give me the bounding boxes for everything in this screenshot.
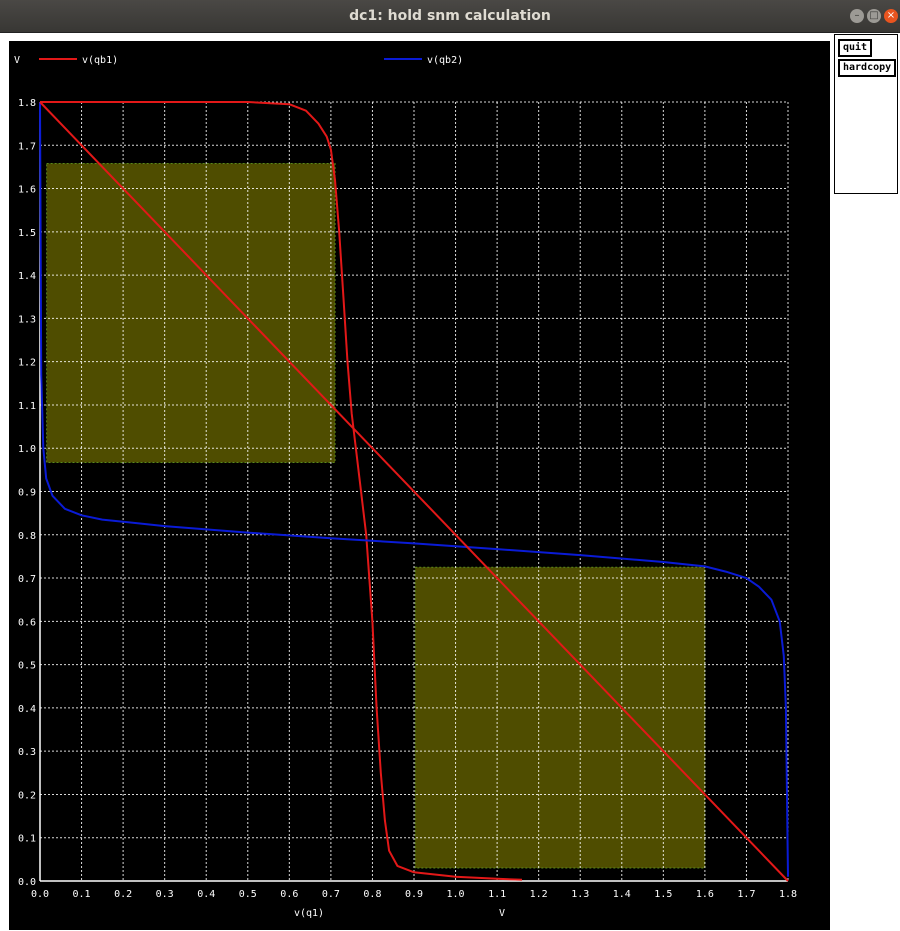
x-tick-label: 1.8 — [779, 889, 797, 900]
y-tick-label: 0.8 — [18, 531, 36, 542]
x-tick-label: 1.0 — [447, 889, 465, 900]
button-panel: quit hardcopy — [834, 34, 898, 194]
x-tick-label: 0.7 — [322, 889, 340, 900]
y-tick-label: 1.2 — [18, 358, 36, 369]
y-tick-label: 0.6 — [18, 617, 36, 628]
y-tick-label: 1.1 — [18, 401, 36, 412]
x-tick-label: 0.6 — [280, 889, 298, 900]
x-tick-label: 1.3 — [571, 889, 589, 900]
x-tick-label: 1.1 — [488, 889, 506, 900]
x-tick-label: 0.1 — [73, 889, 91, 900]
y-tick-label: 1.7 — [18, 141, 36, 152]
x-axis-label: v(q1) — [294, 908, 324, 919]
x-tick-label: 0.3 — [156, 889, 174, 900]
x-axis-unit-label: V — [499, 908, 505, 919]
maximize-icon[interactable]: □ — [867, 9, 881, 23]
x-tick-label: 1.5 — [654, 889, 672, 900]
legend-label-1: v(qb1) — [82, 55, 118, 66]
y-tick-label: 1.3 — [18, 314, 36, 325]
legend-label-2: v(qb2) — [427, 55, 463, 66]
snm-box-1 — [46, 162, 336, 464]
x-tick-label: 0.8 — [363, 889, 381, 900]
close-icon[interactable]: × — [884, 9, 898, 23]
window-title: dc1: hold snm calculation — [349, 8, 551, 24]
y-tick-label: 1.6 — [18, 185, 36, 196]
x-tick-label: 1.6 — [696, 889, 714, 900]
x-tick-label: 0.0 — [31, 889, 49, 900]
y-tick-label: 0.0 — [18, 877, 36, 888]
y-tick-label: 0.2 — [18, 790, 36, 801]
y-tick-label: 0.7 — [18, 574, 36, 585]
y-tick-label: 1.8 — [18, 98, 36, 109]
window-titlebar: dc1: hold snm calculation – □ × — [0, 0, 900, 33]
x-tick-label: 1.4 — [613, 889, 631, 900]
x-tick-label: 0.2 — [114, 889, 132, 900]
x-tick-label: 0.5 — [239, 889, 257, 900]
y-tick-label: 0.1 — [18, 834, 36, 845]
minimize-icon[interactable]: – — [850, 9, 864, 23]
snm-box-2 — [414, 566, 706, 869]
y-tick-label: 0.9 — [18, 488, 36, 499]
x-tick-label: 1.2 — [530, 889, 548, 900]
x-tick-label: 1.7 — [737, 889, 755, 900]
chart-plot-area: 0.0 0.1 0.2 0.3 0.4 0.5 0.6 0.7 0.8 0.9 1.0 1.1 1.2 1… — [9, 41, 830, 930]
y-tick-label: 0.4 — [18, 704, 36, 715]
y-tick-label: 1.5 — [18, 228, 36, 239]
y-tick-label: 0.5 — [18, 661, 36, 672]
hardcopy-button[interactable]: hardcopy — [838, 59, 897, 77]
x-tick-label: 0.9 — [405, 889, 423, 900]
y-tick-label: 1.0 — [18, 444, 36, 455]
y-axis-label: V — [14, 55, 20, 66]
y-tick-label: 1.4 — [18, 271, 36, 282]
quit-button[interactable]: quit — [838, 39, 873, 57]
x-tick-label: 0.4 — [197, 889, 215, 900]
y-tick-label: 0.3 — [18, 747, 36, 758]
